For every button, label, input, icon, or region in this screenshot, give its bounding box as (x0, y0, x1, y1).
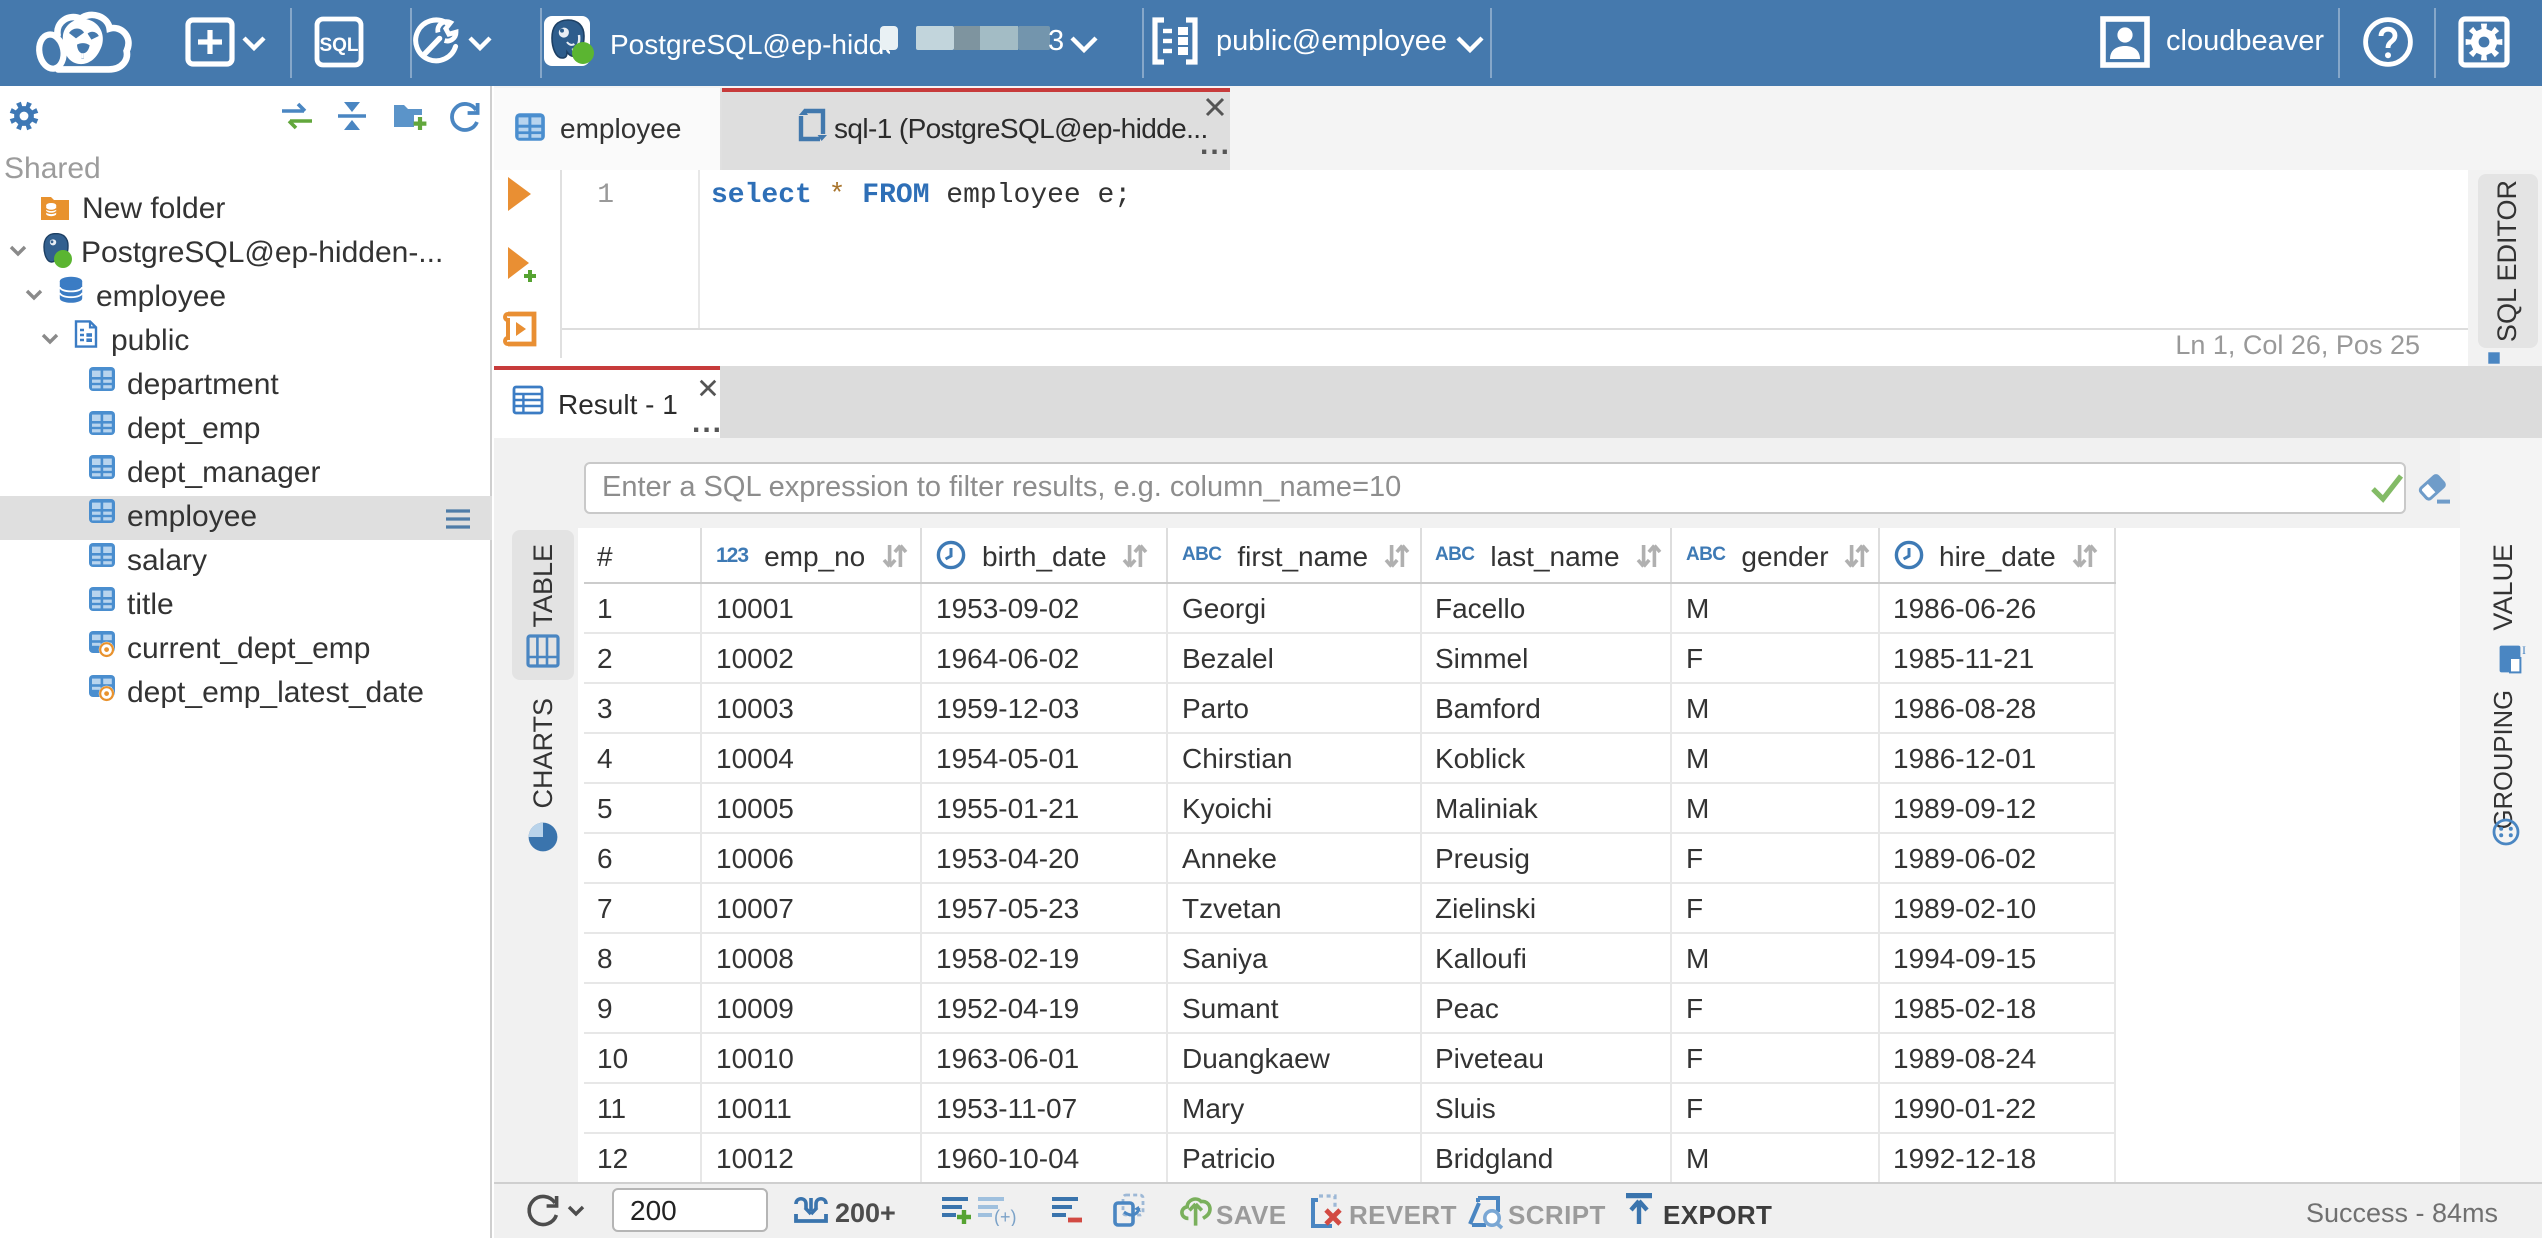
svg-text:(+): (+) (993, 1207, 1016, 1226)
svg-text:I: I (2521, 643, 2525, 656)
svg-text:SQL: SQL (319, 35, 358, 56)
